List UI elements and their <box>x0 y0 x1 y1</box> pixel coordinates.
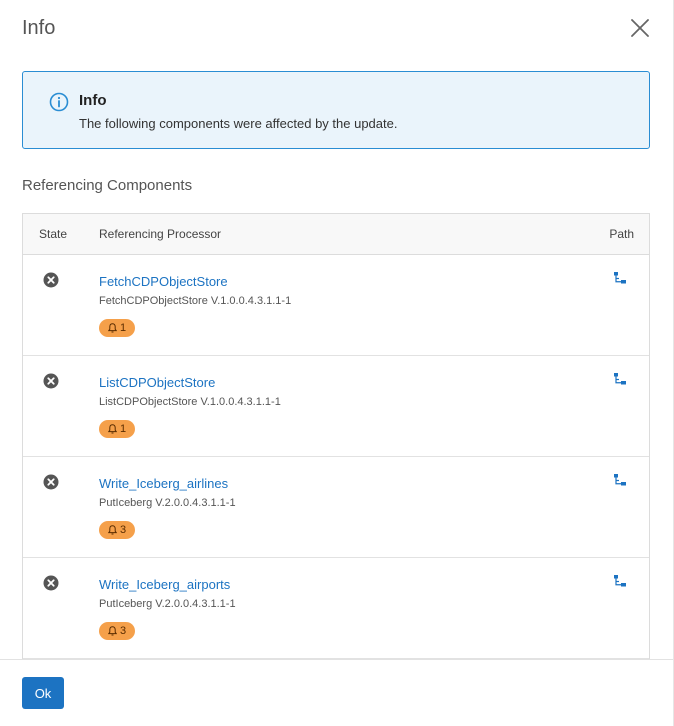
bulletin-badge[interactable]: 1 <box>99 420 135 438</box>
close-icon <box>631 19 649 37</box>
bulletin-badge[interactable]: 3 <box>99 521 135 539</box>
alert-message: The following components were affected b… <box>79 116 398 131</box>
referencing-components-table: State Referencing Processor Path FetchCD… <box>22 213 650 660</box>
column-header-state: State <box>39 227 68 241</box>
path-icon[interactable] <box>613 271 627 285</box>
processor-version: ListCDPObjectStore V.1.0.0.4.3.1.1-1 <box>99 396 281 408</box>
bulletin-badge[interactable]: 1 <box>99 319 135 337</box>
path-icon[interactable] <box>613 372 627 386</box>
table-header: State Referencing Processor Path <box>23 214 649 255</box>
bulletin-count: 1 <box>119 322 127 334</box>
path-icon[interactable] <box>613 473 627 487</box>
dialog-title: Info <box>22 17 56 39</box>
info-alert: Info The following components were affec… <box>22 71 650 149</box>
column-header-path: Path <box>609 227 634 241</box>
processor-link[interactable]: ListCDPObjectStore <box>99 375 215 390</box>
bulletin-count: 3 <box>119 625 127 637</box>
bell-icon <box>107 323 117 333</box>
table-row: Write_Iceberg_airports PutIceberg V.2.0.… <box>23 558 649 659</box>
processor-link[interactable]: Write_Iceberg_airlines <box>99 476 228 491</box>
close-button[interactable] <box>629 17 651 39</box>
section-title: Referencing Components <box>22 177 193 194</box>
stopped-icon <box>43 474 59 490</box>
bell-icon <box>107 424 117 434</box>
processor-version: FetchCDPObjectStore V.1.0.0.4.3.1.1-1 <box>99 295 292 307</box>
bulletin-count: 1 <box>119 423 127 435</box>
column-header-processor: Referencing Processor <box>99 227 222 241</box>
stopped-icon <box>43 373 59 389</box>
bulletin-badge[interactable]: 3 <box>99 622 135 640</box>
table-row: FetchCDPObjectStore FetchCDPObjectStore … <box>23 255 649 356</box>
info-dialog: Info Info The following components were … <box>0 0 674 726</box>
dialog-header: Info <box>0 0 673 60</box>
bell-icon <box>107 626 117 636</box>
processor-link[interactable]: FetchCDPObjectStore <box>99 274 228 289</box>
stopped-icon <box>43 272 59 288</box>
bulletin-count: 3 <box>119 524 127 536</box>
bell-icon <box>107 525 117 535</box>
ok-button[interactable]: Ok <box>22 677 64 709</box>
info-icon <box>49 92 69 112</box>
processor-version: PutIceberg V.2.0.0.4.3.1.1-1 <box>99 598 236 610</box>
processor-link[interactable]: Write_Iceberg_airports <box>99 577 230 592</box>
stopped-icon <box>43 575 59 591</box>
table-row: ListCDPObjectStore ListCDPObjectStore V.… <box>23 356 649 457</box>
path-icon[interactable] <box>613 574 627 588</box>
table-row: Write_Iceberg_airlines PutIceberg V.2.0.… <box>23 457 649 558</box>
dialog-footer: Ok <box>0 659 673 726</box>
dialog-body: Info The following components were affec… <box>0 60 673 660</box>
alert-title: Info <box>79 92 107 109</box>
processor-version: PutIceberg V.2.0.0.4.3.1.1-1 <box>99 497 236 509</box>
